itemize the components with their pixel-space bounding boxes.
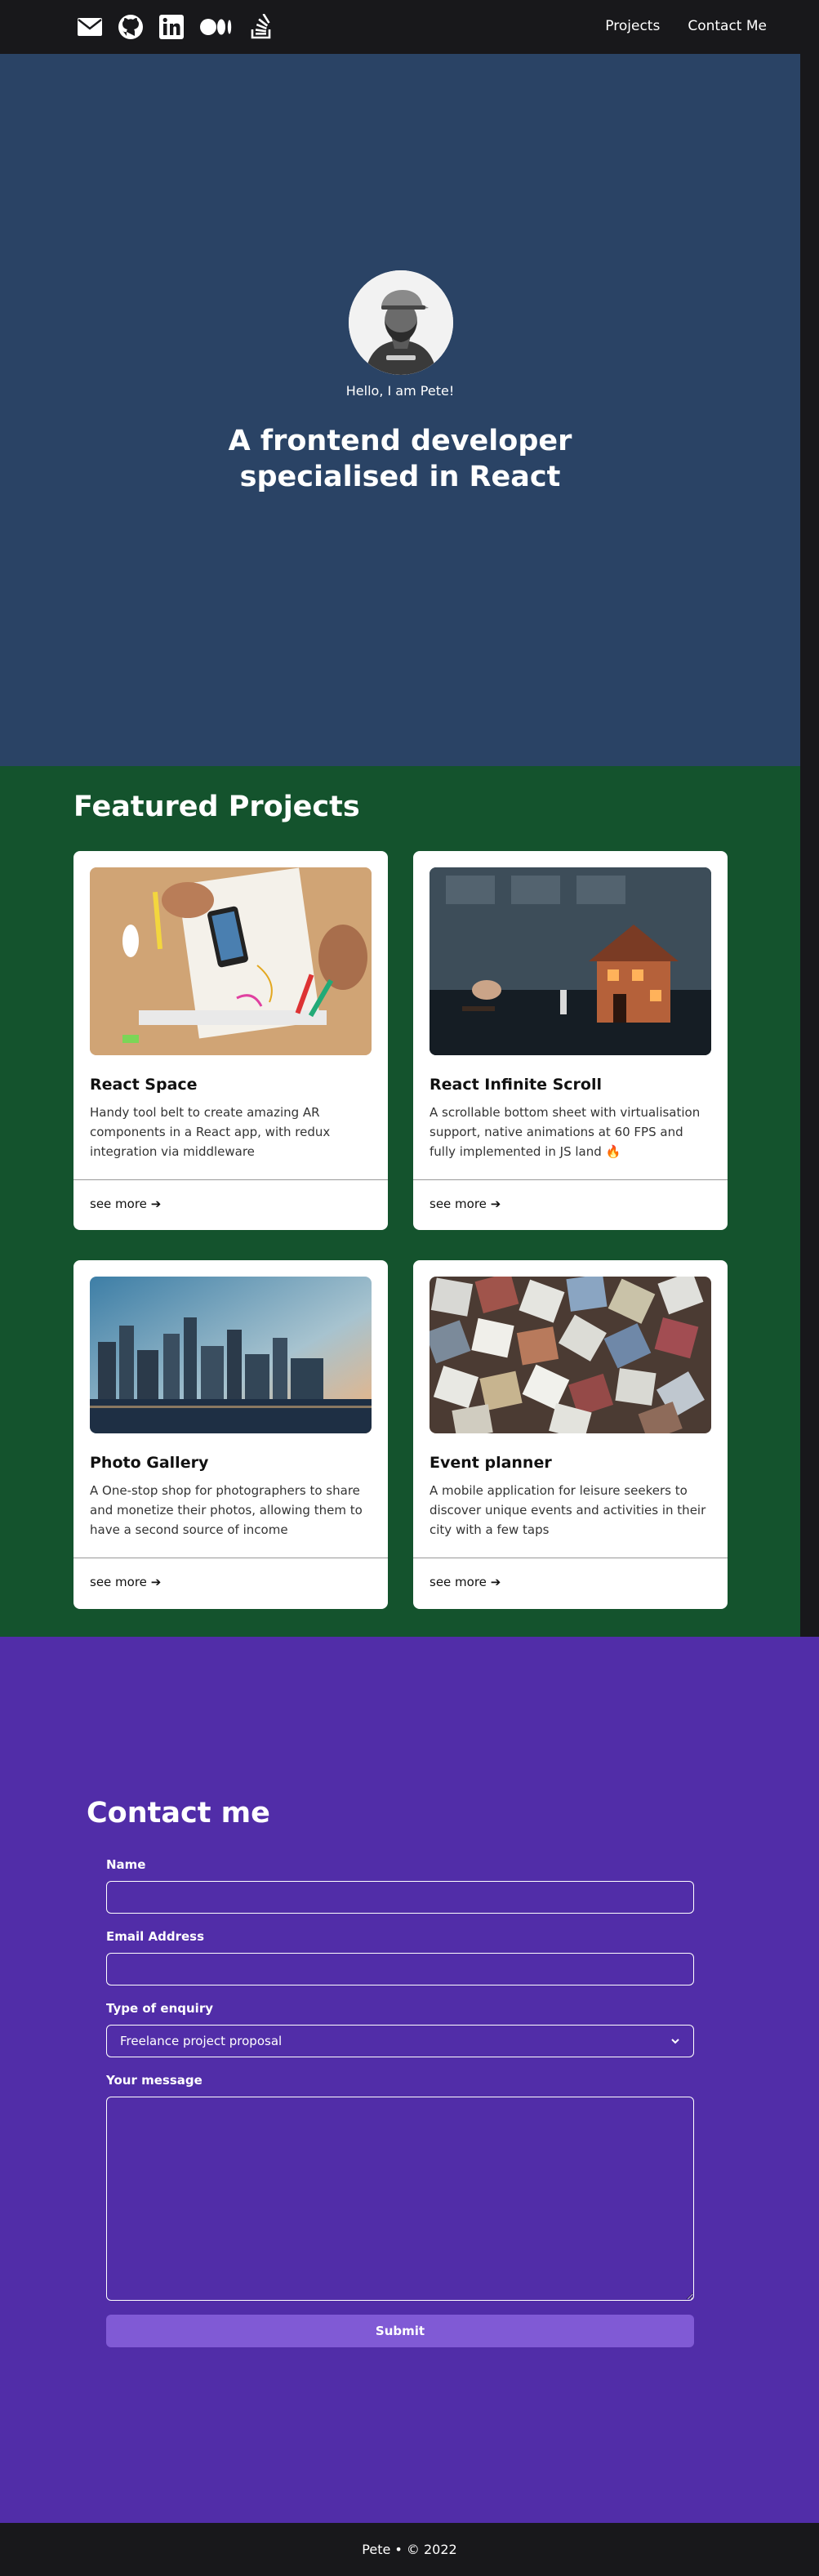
contact-title: Contact me (87, 1797, 270, 1829)
see-more-link[interactable]: see more ➔ (90, 1575, 161, 1589)
headline-line-2: specialised in React (239, 461, 561, 493)
see-more-label: see more (430, 1197, 487, 1211)
top-bar: Projects Contact Me (0, 0, 819, 54)
project-card: Photo Gallery A One-stop shop for photog… (73, 1260, 388, 1609)
footer: Pete • © 2022 (0, 2523, 819, 2576)
avatar (349, 270, 453, 375)
hero-headline: A frontend developer specialised in Reac… (0, 423, 800, 495)
see-more-link[interactable]: see more ➔ (430, 1575, 501, 1589)
name-label: Name (106, 1857, 146, 1872)
stackoverflow-icon[interactable] (248, 14, 274, 40)
project-title: React Infinite Scroll (430, 1076, 602, 1094)
message-label: Your message (106, 2073, 203, 2088)
enquiry-type-label: Type of enquiry (106, 2001, 214, 2016)
enquiry-type-value: Freelance project proposal (120, 2034, 283, 2048)
nav-projects-link[interactable]: Projects (605, 18, 660, 34)
projects-title: Featured Projects (73, 791, 360, 823)
github-icon[interactable] (118, 14, 144, 40)
project-card: React Infinite Scroll A scrollable botto… (413, 851, 728, 1230)
see-more-link[interactable]: see more ➔ (90, 1197, 161, 1211)
project-image (90, 867, 372, 1055)
arrow-right-icon: ➔ (490, 1197, 501, 1211)
project-description: A scrollable bottom sheet with virtualis… (430, 1105, 701, 1159)
page-rail (800, 54, 819, 1637)
linkedin-icon[interactable] (158, 14, 185, 40)
medium-icon[interactable] (199, 14, 234, 40)
headline-line-1: A frontend developer (228, 425, 572, 457)
email-input[interactable] (106, 1953, 694, 1985)
hero-greeting: Hello, I am Pete! (345, 383, 455, 399)
envelope-icon[interactable] (77, 14, 103, 40)
email-label: Email Address (106, 1929, 205, 1944)
project-card: Event planner A mobile application for l… (413, 1260, 728, 1609)
card-divider (413, 1179, 728, 1180)
arrow-right-icon: ➔ (150, 1197, 162, 1211)
see-more-link[interactable]: see more ➔ (430, 1197, 501, 1211)
card-divider (73, 1179, 388, 1180)
chevron-down-icon (671, 2039, 679, 2044)
nav-contact-link[interactable]: Contact Me (688, 18, 767, 34)
project-title: React Space (90, 1076, 198, 1094)
submit-button[interactable]: Submit (106, 2315, 694, 2347)
see-more-label: see more (90, 1197, 147, 1211)
project-description: A One-stop shop for photographers to sha… (90, 1483, 363, 1537)
arrow-right-icon: ➔ (490, 1575, 501, 1589)
see-more-label: see more (430, 1575, 487, 1589)
project-description: Handy tool belt to create amazing AR com… (90, 1105, 331, 1159)
footer-copyright: Pete • © 2022 (362, 2542, 457, 2557)
main-nav: Projects Contact Me (605, 18, 767, 34)
social-links (77, 14, 274, 40)
message-textarea[interactable] (106, 2097, 694, 2301)
project-card: React Space Handy tool belt to create am… (73, 851, 388, 1230)
hero-section: Hello, I am Pete! A frontend developer s… (0, 54, 800, 766)
project-image (90, 1277, 372, 1433)
project-description: A mobile application for leisure seekers… (430, 1483, 706, 1537)
project-title: Event planner (430, 1454, 552, 1472)
arrow-right-icon: ➔ (150, 1575, 162, 1589)
name-input[interactable] (106, 1881, 694, 1914)
enquiry-type-select[interactable]: Freelance project proposal (106, 2025, 694, 2057)
project-image (430, 1277, 711, 1433)
see-more-label: see more (90, 1575, 147, 1589)
projects-section: Featured Projects React Space Handy tool… (0, 766, 800, 1637)
project-title: Photo Gallery (90, 1454, 209, 1472)
project-image (430, 867, 711, 1055)
